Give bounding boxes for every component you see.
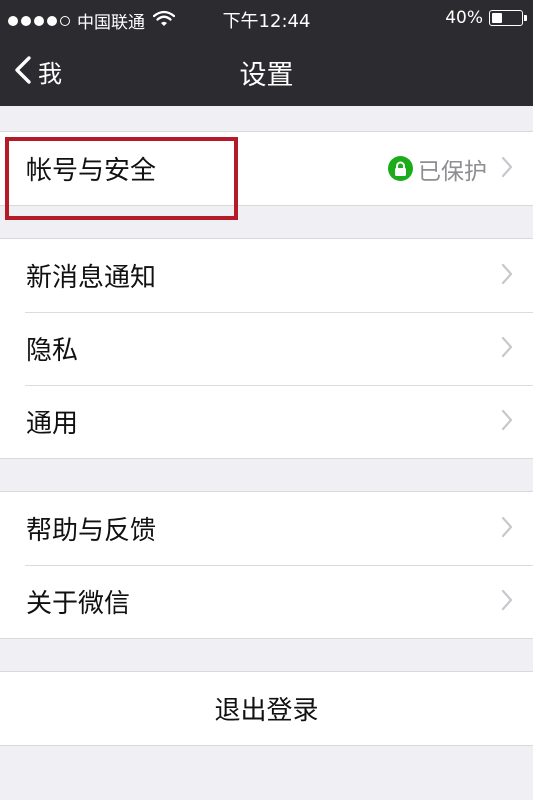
general-cell[interactable]: 通用 <box>0 385 533 458</box>
chevron-right-icon <box>501 263 513 289</box>
new-message-notification-label: 新消息通知 <box>26 263 157 293</box>
logout-label: 退出登录 <box>214 696 319 726</box>
logout-group: 退出登录 <box>0 671 533 746</box>
account-group: 帐号与安全 已保护 <box>0 131 533 206</box>
account-status: 已保护 <box>388 132 513 205</box>
about-wechat-label: 关于微信 <box>26 589 131 619</box>
status-bar-right: 40% <box>445 8 527 28</box>
privacy-cell[interactable]: 隐私 <box>0 312 533 385</box>
general-label: 通用 <box>26 409 79 439</box>
notification-group: 新消息通知 隐私 通用 <box>0 238 533 459</box>
new-message-notification-cell[interactable]: 新消息通知 <box>0 239 533 312</box>
account-security-label: 帐号与安全 <box>26 156 157 186</box>
battery-fill <box>492 13 502 23</box>
chevron-right-icon <box>501 156 513 182</box>
lock-icon <box>388 156 413 181</box>
navigation-bar: 我 设置 <box>0 36 533 106</box>
battery-icon <box>489 10 527 26</box>
chevron-right-icon <box>501 589 513 615</box>
about-wechat-cell[interactable]: 关于微信 <box>0 565 533 638</box>
status-bar: 中国联通 下午12:44 40% <box>0 0 533 36</box>
battery-percent: 40% <box>445 8 483 28</box>
account-security-cell[interactable]: 帐号与安全 已保护 <box>0 132 533 205</box>
chevron-right-icon <box>501 336 513 362</box>
help-feedback-cell[interactable]: 帮助与反馈 <box>0 492 533 565</box>
privacy-label: 隐私 <box>26 336 79 366</box>
help-feedback-label: 帮助与反馈 <box>26 516 157 546</box>
logout-button[interactable]: 退出登录 <box>0 672 533 745</box>
chevron-right-icon <box>501 409 513 435</box>
page-title: 设置 <box>239 60 294 91</box>
help-group: 帮助与反馈 关于微信 <box>0 491 533 639</box>
protected-status: 已保护 <box>418 158 487 185</box>
chevron-right-icon <box>501 516 513 542</box>
